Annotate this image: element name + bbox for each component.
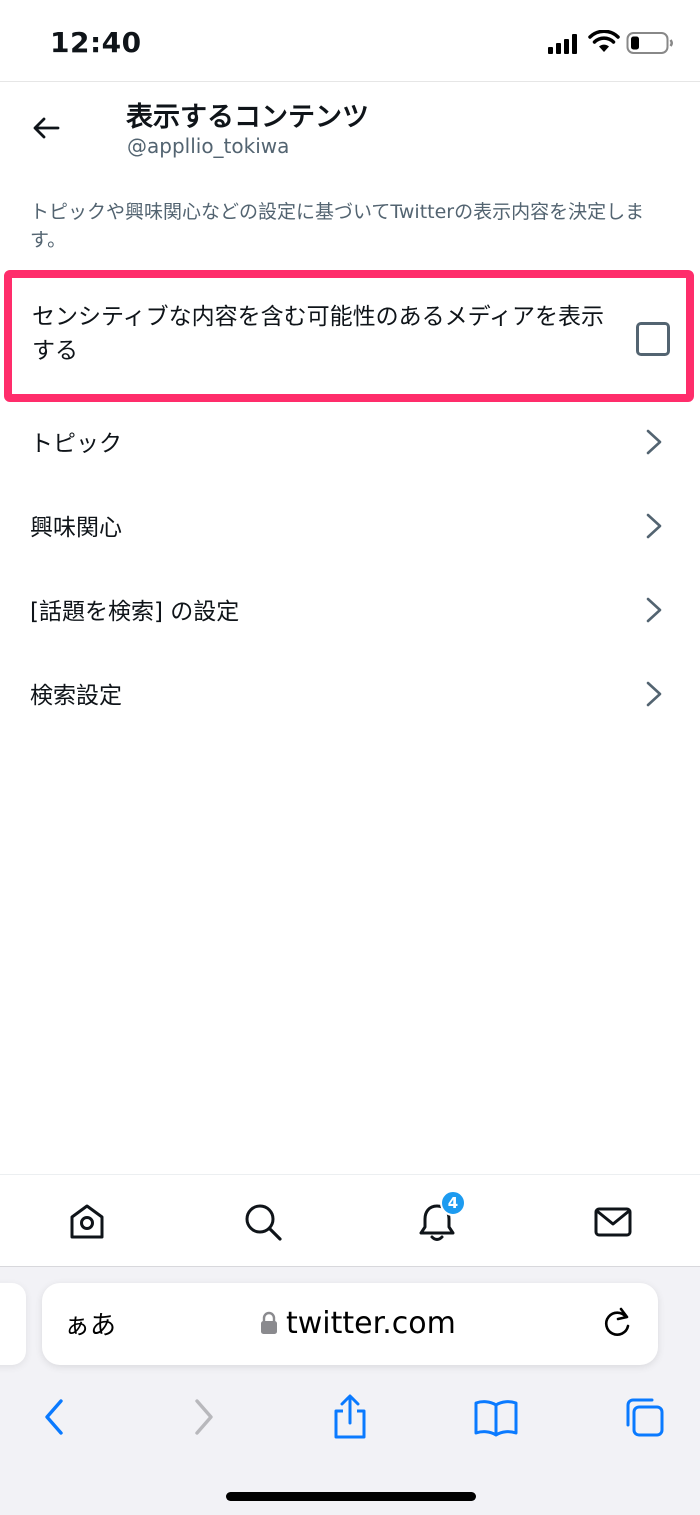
sensitive-media-setting[interactable]: センシティブな内容を含む可能性のあるメディアを表示する [4,270,694,402]
chevron-right-icon [646,597,662,623]
tab-messages[interactable] [586,1195,640,1249]
chevron-left-icon [45,1399,63,1435]
status-bar: 12:40 [0,0,700,82]
page-title: 表示するコンテンツ [126,102,369,133]
chevron-right-icon [646,681,662,707]
browser-back-button[interactable] [26,1391,82,1443]
notification-badge: 4 [440,1190,466,1216]
menu-item-label: [話題を検索] の設定 [30,599,240,625]
tabs-button[interactable] [616,1391,672,1443]
previous-tab-preview[interactable] [0,1283,26,1365]
back-arrow-icon [33,117,60,139]
reload-icon[interactable] [600,1305,634,1341]
sensitive-media-checkbox[interactable] [636,322,670,356]
tab-home[interactable] [60,1195,114,1249]
url-display[interactable]: twitter.com [260,1303,456,1343]
bottom-navigation [0,1174,700,1266]
home-indicator [226,1492,476,1501]
cellular-signal-icon [548,34,577,54]
menu-item-search-settings[interactable]: 検索設定 [0,652,700,736]
chevron-right-icon [195,1399,213,1435]
chevron-right-icon [646,513,662,539]
sensitive-media-label: センシティブな内容を含む可能性のあるメディアを表示する [32,304,605,364]
menu-item-label: トピック [30,431,122,457]
search-icon [245,1204,282,1241]
messages-icon [594,1207,632,1237]
home-icon [70,1204,104,1239]
page-description: トピックや興味関心などの設定に基づいてTwitterの表示内容を決定します。 [30,201,645,251]
status-time: 12:40 [50,26,142,59]
menu-item-interests[interactable]: 興味関心 [0,484,700,568]
lock-icon [261,1311,277,1334]
browser-forward-button[interactable] [176,1391,232,1443]
page-settings-button[interactable]: ぁあ [64,1305,116,1342]
browser-chrome: ぁあ twitter.com [0,1266,700,1515]
back-button[interactable] [22,108,70,148]
bookmarks-button[interactable] [468,1391,524,1443]
menu-item-topics[interactable]: トピック [0,400,700,484]
wifi-icon [588,30,620,52]
url-text: twitter.com [286,1305,456,1341]
account-handle: @appllio_tokiwa [127,134,290,158]
chevron-right-icon [646,429,662,455]
tabs-icon [626,1398,664,1437]
bookmarks-icon [474,1400,518,1437]
menu-item-explore-settings[interactable]: [話題を検索] の設定 [0,568,700,652]
share-icon [334,1394,366,1439]
menu-item-label: 検索設定 [30,683,122,709]
address-bar[interactable]: ぁあ twitter.com [42,1283,658,1365]
battery-icon [626,32,673,54]
menu-item-label: 興味関心 [30,515,122,541]
tab-explore[interactable] [236,1195,290,1249]
share-button[interactable] [322,1391,378,1443]
